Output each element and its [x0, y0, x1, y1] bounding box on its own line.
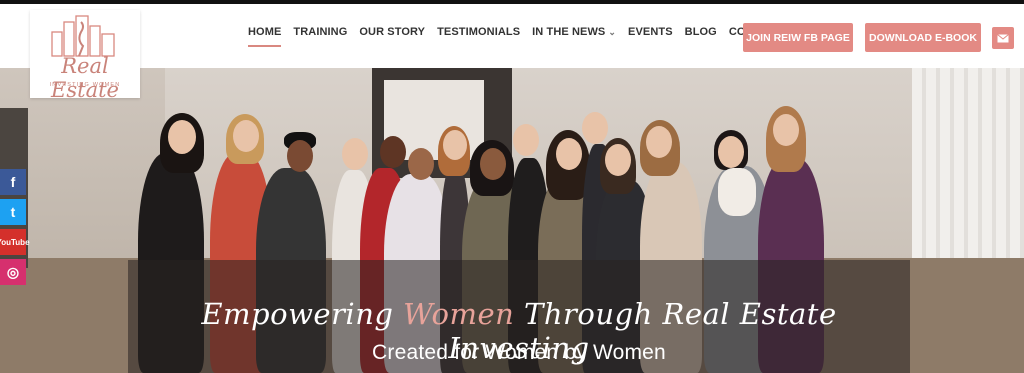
nav-testimonials[interactable]: TESTIMONIALS: [437, 26, 520, 38]
youtube-icon[interactable]: YouTube: [0, 229, 30, 255]
nav-home[interactable]: HOME: [248, 26, 282, 47]
site-header: Real Estate INVESTING WOMEN HOME TRAININ…: [0, 4, 1024, 102]
mail-button[interactable]: [992, 27, 1014, 49]
nav-training[interactable]: TRAINING: [293, 26, 347, 38]
nav-in-the-news-label: IN THE NEWS: [532, 26, 606, 38]
logo-subtitle: INVESTING WOMEN: [49, 82, 121, 88]
twitter-icon[interactable]: t: [0, 199, 26, 225]
nav-our-story[interactable]: OUR STORY: [359, 26, 425, 38]
envelope-icon: [997, 33, 1009, 42]
hero-banner: Empowering Women Through Real Estate Inv…: [0, 68, 1024, 373]
main-nav: HOME TRAINING OUR STORY TESTIMONIALS IN …: [248, 26, 813, 47]
nav-in-the-news[interactable]: IN THE NEWS ⌄: [532, 26, 616, 38]
download-ebook-button[interactable]: DOWNLOAD E-BOOK: [865, 23, 981, 52]
facebook-icon[interactable]: f: [0, 169, 26, 195]
tagline-part-1: Empowering: [201, 297, 404, 331]
skyline-icon: [51, 15, 115, 57]
instagram-icon[interactable]: ◎: [0, 259, 26, 285]
nav-blog[interactable]: BLOG: [685, 26, 717, 38]
logo-wordmark: Real Estate: [51, 54, 119, 102]
chevron-down-icon: ⌄: [608, 27, 617, 37]
hero-subtagline: Created for Women by Women: [372, 341, 666, 364]
nav-events[interactable]: EVENTS: [628, 26, 673, 38]
site-logo[interactable]: Real Estate INVESTING WOMEN: [30, 10, 140, 102]
tagline-highlight: Women: [403, 297, 515, 331]
join-fb-page-button[interactable]: JOIN REIW FB PAGE: [743, 23, 853, 52]
